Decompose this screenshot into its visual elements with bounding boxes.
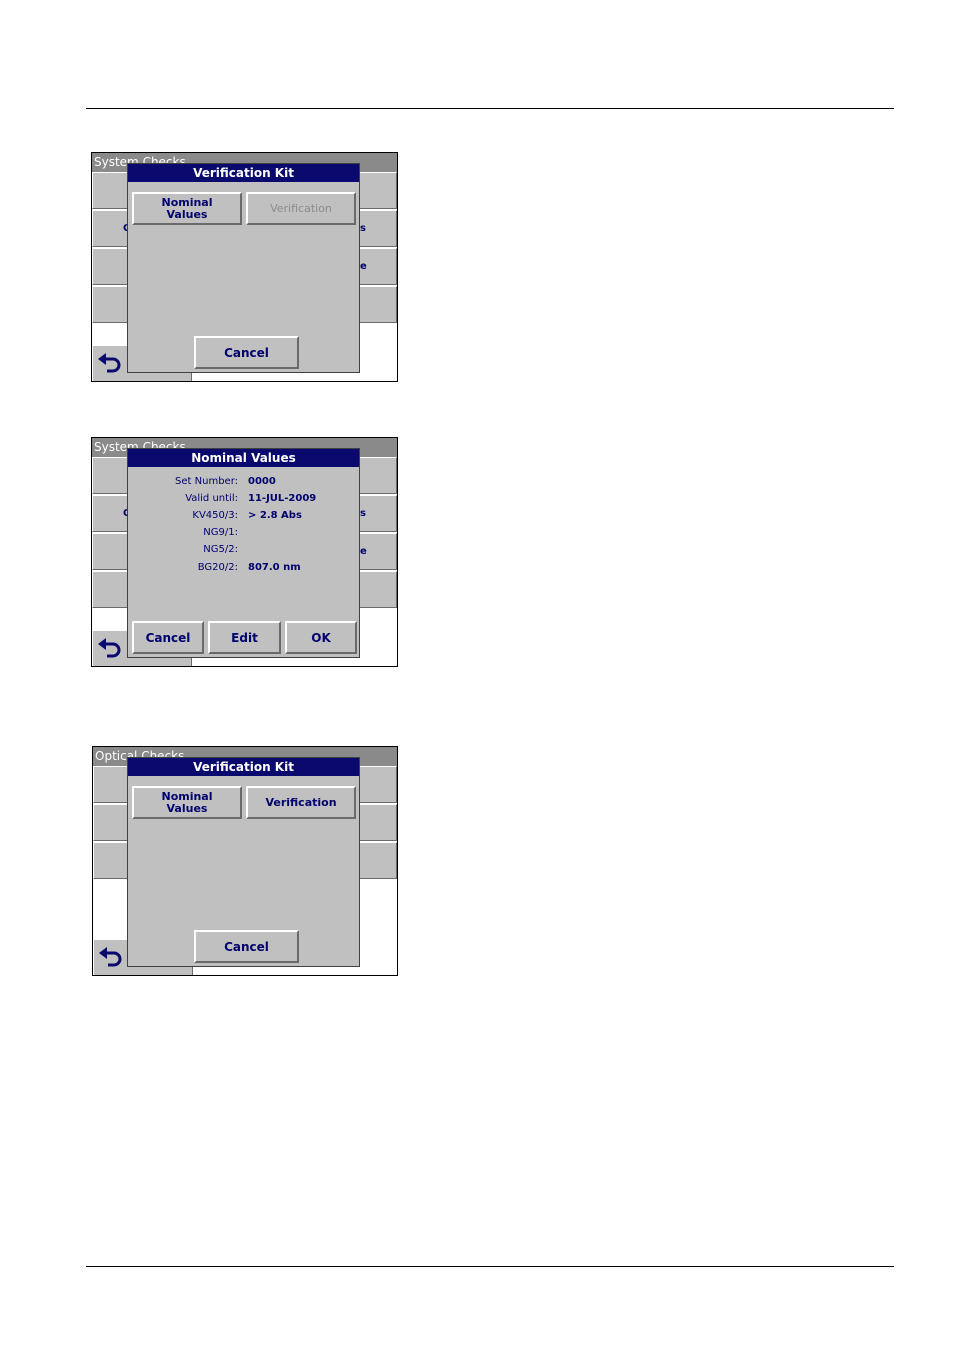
- menu-button-right-3[interactable]: e: [359, 533, 397, 570]
- footer-rule: [86, 1266, 894, 1267]
- ok-button[interactable]: OK: [285, 621, 357, 654]
- cancel-button[interactable]: Cancel: [194, 336, 299, 369]
- menu-button-right-4[interactable]: [359, 286, 397, 323]
- menu-button-left-3[interactable]: [92, 533, 128, 570]
- menu-button-left-2[interactable]: [93, 804, 129, 841]
- verification-kit-dialog: Verification Kit Nominal Values Verificat…: [127, 757, 360, 967]
- menu-button-left-3[interactable]: [93, 842, 129, 879]
- menu-button-right-2[interactable]: s: [359, 495, 397, 532]
- nominal-values-dialog: Nominal Values Set Number: 0000 Valid un…: [127, 448, 360, 658]
- dialog-title: Verification Kit: [128, 758, 359, 776]
- nominal-row-valid-until: Valid until: 11-JUL-2009: [185, 493, 317, 504]
- back-arrow-icon: [98, 353, 121, 373]
- menu-button-right-2[interactable]: [359, 804, 397, 841]
- back-arrow-icon: [99, 947, 122, 967]
- menu-button-left-1[interactable]: [92, 172, 128, 209]
- menu-button-right-3[interactable]: [359, 842, 397, 879]
- nominal-values-button[interactable]: Nominal Values: [132, 786, 242, 819]
- dialog-title: Verification Kit: [128, 164, 359, 182]
- menu-button-right-1[interactable]: [359, 457, 397, 494]
- menu-button-left-2[interactable]: O: [92, 210, 128, 247]
- cancel-button[interactable]: Cancel: [194, 930, 299, 963]
- verification-kit-dialog: Verification Kit Nominal Values Verificat…: [127, 163, 360, 373]
- screen-system-checks-verification-kit: System Checks O s e Verification Kit Nom…: [91, 152, 398, 382]
- verification-button[interactable]: Verification: [246, 192, 356, 225]
- nominal-row-kv450: KV450/3: > 2.8 Abs: [192, 510, 302, 521]
- nominal-row-bg20: BG20/2: 807.0 nm: [197, 562, 301, 573]
- menu-button-left-4[interactable]: [92, 286, 128, 323]
- screen-optical-checks-verification-kit: Optical Checks Verification Kit Nominal V…: [92, 746, 398, 976]
- back-arrow-icon: [98, 638, 121, 658]
- menu-button-right-3[interactable]: e: [359, 248, 397, 285]
- menu-button-right-4[interactable]: [359, 571, 397, 608]
- nominal-values-button[interactable]: Nominal Values: [132, 192, 242, 225]
- dialog-title: Nominal Values: [128, 449, 359, 467]
- menu-button-right-2[interactable]: s: [359, 210, 397, 247]
- menu-button-right-1[interactable]: [359, 172, 397, 209]
- menu-button-left-3[interactable]: [92, 248, 128, 285]
- menu-button-left-1[interactable]: [93, 766, 129, 803]
- verification-button[interactable]: Verification: [246, 786, 356, 819]
- screen-system-checks-nominal-values: System Checks O s e Nominal Values Set N…: [91, 437, 398, 667]
- menu-button-left-1[interactable]: [92, 457, 128, 494]
- header-rule: [86, 108, 894, 109]
- menu-button-left-4[interactable]: [92, 571, 128, 608]
- nominal-row-set-number: Set Number: 0000: [175, 476, 276, 487]
- nominal-row-ng9: NG9/1:: [203, 527, 238, 538]
- menu-button-left-2[interactable]: O: [92, 495, 128, 532]
- menu-button-right-1[interactable]: [359, 766, 397, 803]
- edit-button[interactable]: Edit: [208, 621, 281, 654]
- nominal-row-ng5: NG5/2:: [203, 544, 238, 555]
- cancel-button[interactable]: Cancel: [132, 621, 204, 654]
